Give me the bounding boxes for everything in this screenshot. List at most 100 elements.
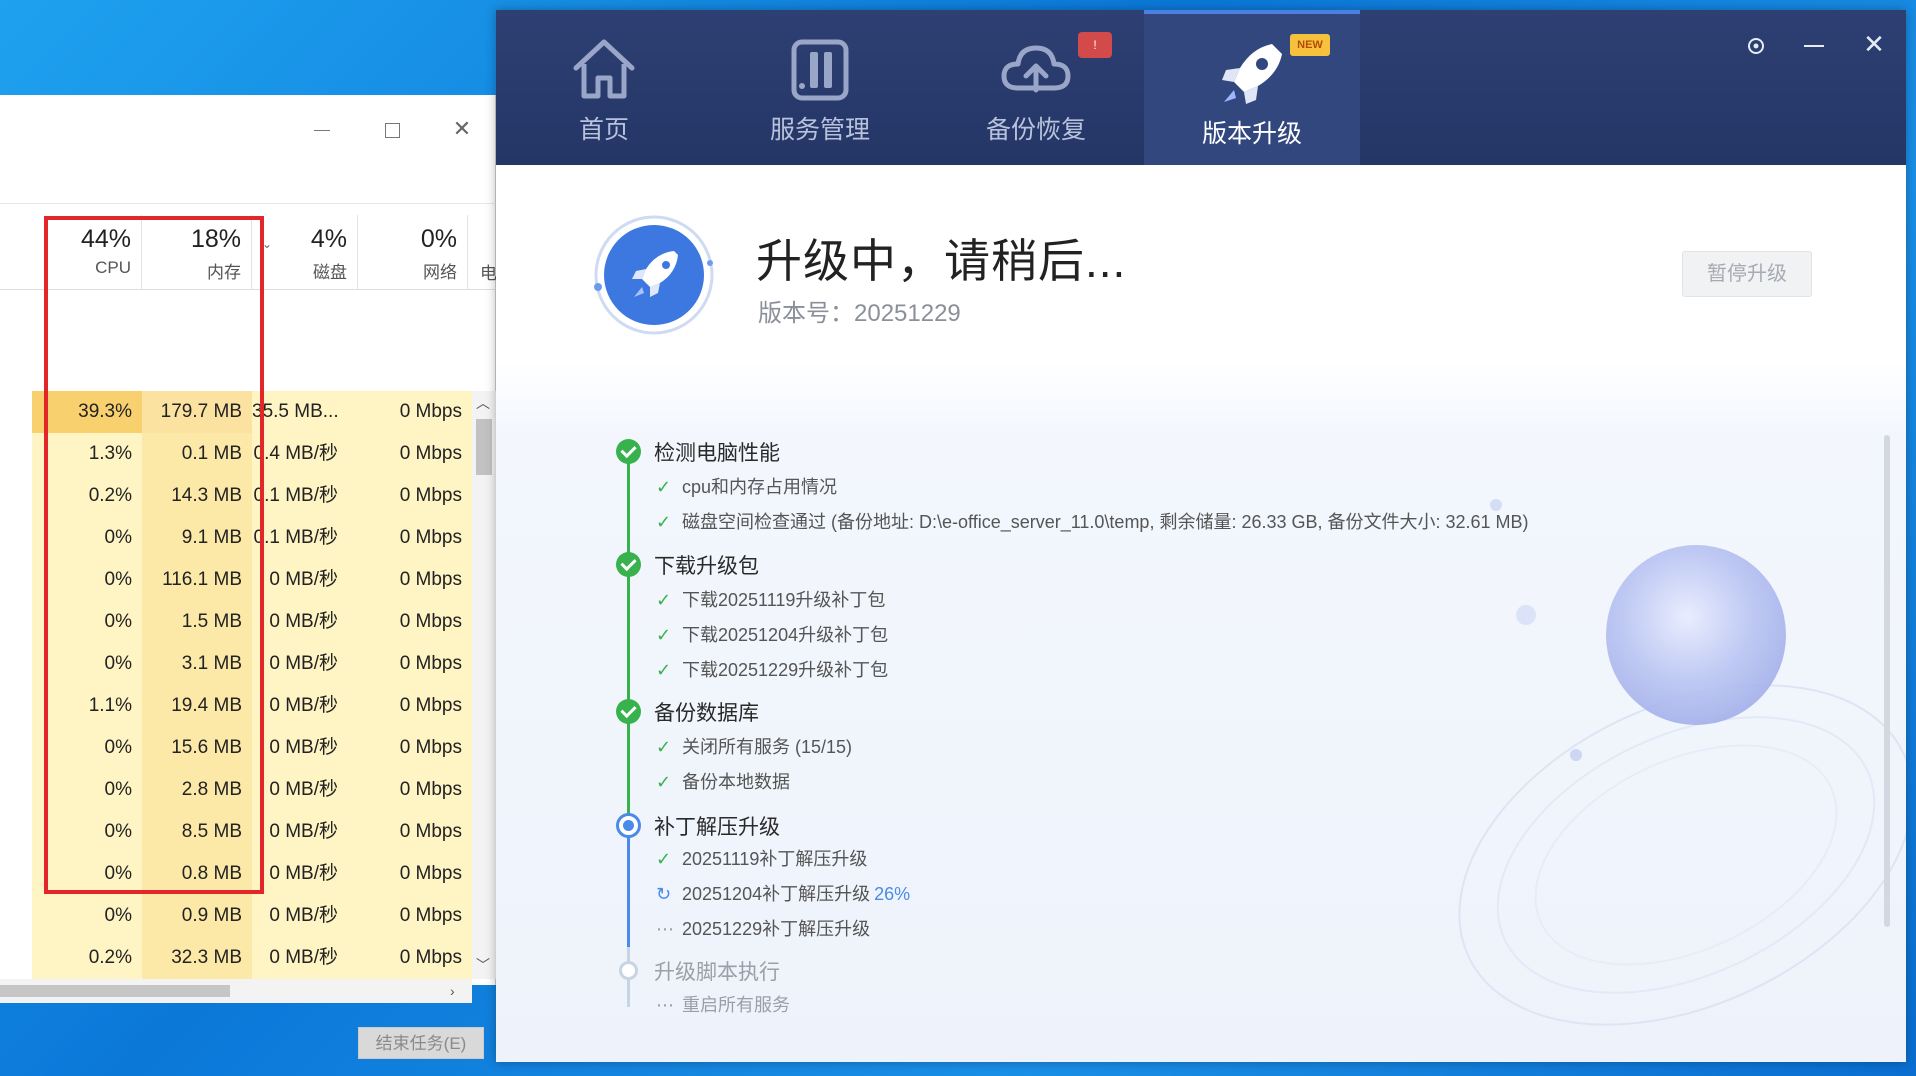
scroll-down-icon[interactable]: ﹀ — [476, 955, 490, 975]
version-number: 20251229 — [854, 300, 961, 327]
settings-button[interactable] — [1736, 24, 1776, 64]
version-line: 版本号：20251229 — [758, 293, 961, 328]
disk-cell: 0 MB/秒 — [252, 559, 348, 601]
task-manager-titlebar: ✕ — [0, 95, 496, 169]
close-icon: ✕ — [452, 116, 472, 141]
check-icon: ✓ — [656, 512, 672, 532]
pending-dots-icon: ⋯ — [656, 919, 674, 939]
gear-icon — [1748, 38, 1764, 55]
close-icon: ✕ — [1863, 29, 1885, 59]
check-icon: ✓ — [656, 737, 672, 757]
disk-cell: 0 MB/秒 — [252, 811, 348, 853]
pause-upgrade-button[interactable]: 暂停升级 — [1682, 251, 1812, 297]
step-connector — [627, 565, 630, 713]
tab-upgrade-label: 版本升级 — [1201, 120, 1302, 148]
check-icon: ✓ — [656, 772, 672, 792]
step-item: ✓ 备份本地数据 — [656, 772, 790, 792]
maximize-button[interactable] — [370, 107, 414, 151]
network-cell: 0 Mbps — [348, 727, 472, 769]
step-item: ✓ 下载20251229升级补丁包 — [656, 660, 889, 680]
tab-home-label: 首页 — [578, 116, 629, 144]
disk-cell: 0.1 MB/秒 — [252, 517, 348, 559]
upgrade-content: 升级中，请稍后... 版本号：20251229 暂停升级 检测电脑性能 ✓ cpu… — [496, 165, 1906, 1062]
step-title-patch-extract: 补丁解压升级 — [654, 816, 780, 839]
column-header-disk[interactable]: 4% 磁盘 — [262, 215, 358, 290]
memory-cell: 32.3 MB — [142, 937, 252, 979]
step-complete-icon — [616, 552, 641, 577]
vertical-scrollbar[interactable] — [472, 391, 496, 979]
network-cell: 0 Mbps — [348, 475, 472, 517]
table-row[interactable]: 0% 0.9 MB 0 MB/秒 0 Mbps — [32, 895, 472, 937]
step-item: ✓ cpu和内存占用情况 — [656, 477, 838, 497]
minimize-button[interactable] — [300, 107, 344, 151]
patch-progress-percent: 26% — [874, 884, 911, 904]
step-in-progress-icon — [616, 813, 641, 838]
horizontal-scrollbar[interactable] — [0, 979, 472, 1003]
step-pending-icon — [619, 961, 638, 980]
network-cell: 0 Mbps — [348, 391, 472, 433]
disk-cell: 0 MB/秒 — [252, 853, 348, 895]
disk-cell: 0.1 MB/秒 — [252, 475, 348, 517]
disk-cell: 0 MB/秒 — [252, 895, 348, 937]
disk-cell: 0 MB/秒 — [252, 685, 348, 727]
disk-cell: 0 MB/秒 — [252, 727, 348, 769]
table-row[interactable]: 0.2% 32.3 MB 0 MB/秒 0 Mbps — [32, 937, 472, 979]
network-cell: 0 Mbps — [348, 895, 472, 937]
scroll-up-icon[interactable]: ︿ — [476, 393, 490, 413]
step-item: ✓ 20251119补丁解压升级 — [656, 849, 868, 869]
network-cell: 0 Mbps — [348, 811, 472, 853]
step-title-check-performance: 检测电脑性能 — [654, 442, 780, 465]
upgrade-steps: 检测电脑性能 ✓ cpu和内存占用情况 ✓ 磁盘空间检查通过 (备份地址: D:\e… — [496, 415, 1796, 1055]
disk-column-label: 磁盘 — [313, 263, 347, 282]
disk-cell: 0.4 MB/秒 — [252, 433, 348, 475]
step-title-run-script: 升级脚本执行 — [654, 961, 780, 984]
check-icon: ✓ — [656, 477, 672, 497]
minimize-button[interactable] — [1794, 24, 1834, 64]
close-button[interactable]: ✕ — [1854, 24, 1894, 64]
minimize-icon — [314, 129, 330, 131]
upgrade-app-window: 首页 服务管理 备份恢复 版本升级 ! NEW ✕ 升级中，请稍后... 版本号… — [496, 10, 1906, 1062]
close-button[interactable]: ✕ — [440, 107, 484, 151]
end-task-button[interactable]: 结束任务(E) — [358, 1027, 484, 1059]
tab-home[interactable]: 首页 — [496, 10, 712, 165]
disk-cell: 0 MB/秒 — [252, 643, 348, 685]
step-complete-icon — [616, 699, 641, 724]
step-connector — [627, 451, 630, 565]
scrollbar-thumb[interactable] — [0, 985, 230, 997]
home-icon — [573, 39, 635, 99]
step-item: ✓ 关闭所有服务 (15/15) — [656, 737, 853, 757]
scroll-right-icon[interactable]: › — [450, 983, 455, 999]
column-header-power[interactable]: 电 — [480, 259, 497, 284]
scrollbar-thumb[interactable] — [476, 419, 492, 475]
version-label: 版本号： — [758, 300, 854, 327]
tab-service-management[interactable]: 服务管理 — [712, 10, 928, 165]
step-item-active: ↻ 20251204补丁解压升级 26% — [656, 884, 911, 904]
cloud-upload-icon — [1001, 45, 1071, 93]
step-item-pending: ⋯ 20251229补丁解压升级 — [656, 919, 871, 939]
divider — [0, 203, 496, 204]
step-complete-icon — [616, 439, 641, 464]
tab-service-label: 服务管理 — [769, 116, 870, 144]
network-cell: 0 Mbps — [348, 517, 472, 559]
cpu-cell: 0.2% — [32, 937, 142, 979]
memory-cell: 0.9 MB — [142, 895, 252, 937]
network-cell: 0 Mbps — [348, 559, 472, 601]
network-cell: 0 Mbps — [348, 769, 472, 811]
check-icon: ✓ — [656, 660, 672, 680]
step-item: ✓ 下载20251204升级补丁包 — [656, 625, 889, 645]
spinner-icon: ↻ — [656, 884, 672, 904]
server-icon — [791, 39, 849, 101]
disk-cell: 35.5 MB... — [252, 391, 348, 433]
column-header-network[interactable]: 0% 网络 — [358, 215, 468, 290]
new-badge: NEW — [1290, 34, 1330, 56]
disk-cell: 0 MB/秒 — [252, 601, 348, 643]
disk-total-percent: 4% — [310, 225, 347, 253]
tab-backup-label: 备份恢复 — [985, 116, 1086, 144]
rocket-icon — [1222, 44, 1282, 104]
network-cell: 0 Mbps — [348, 643, 472, 685]
top-navigation: 首页 服务管理 备份恢复 版本升级 ! NEW ✕ — [496, 10, 1906, 165]
upgrade-rocket-icon — [594, 215, 714, 335]
highlight-annotation-box — [44, 216, 264, 894]
content-scrollbar[interactable] — [1884, 435, 1890, 927]
check-icon: ✓ — [656, 849, 672, 869]
